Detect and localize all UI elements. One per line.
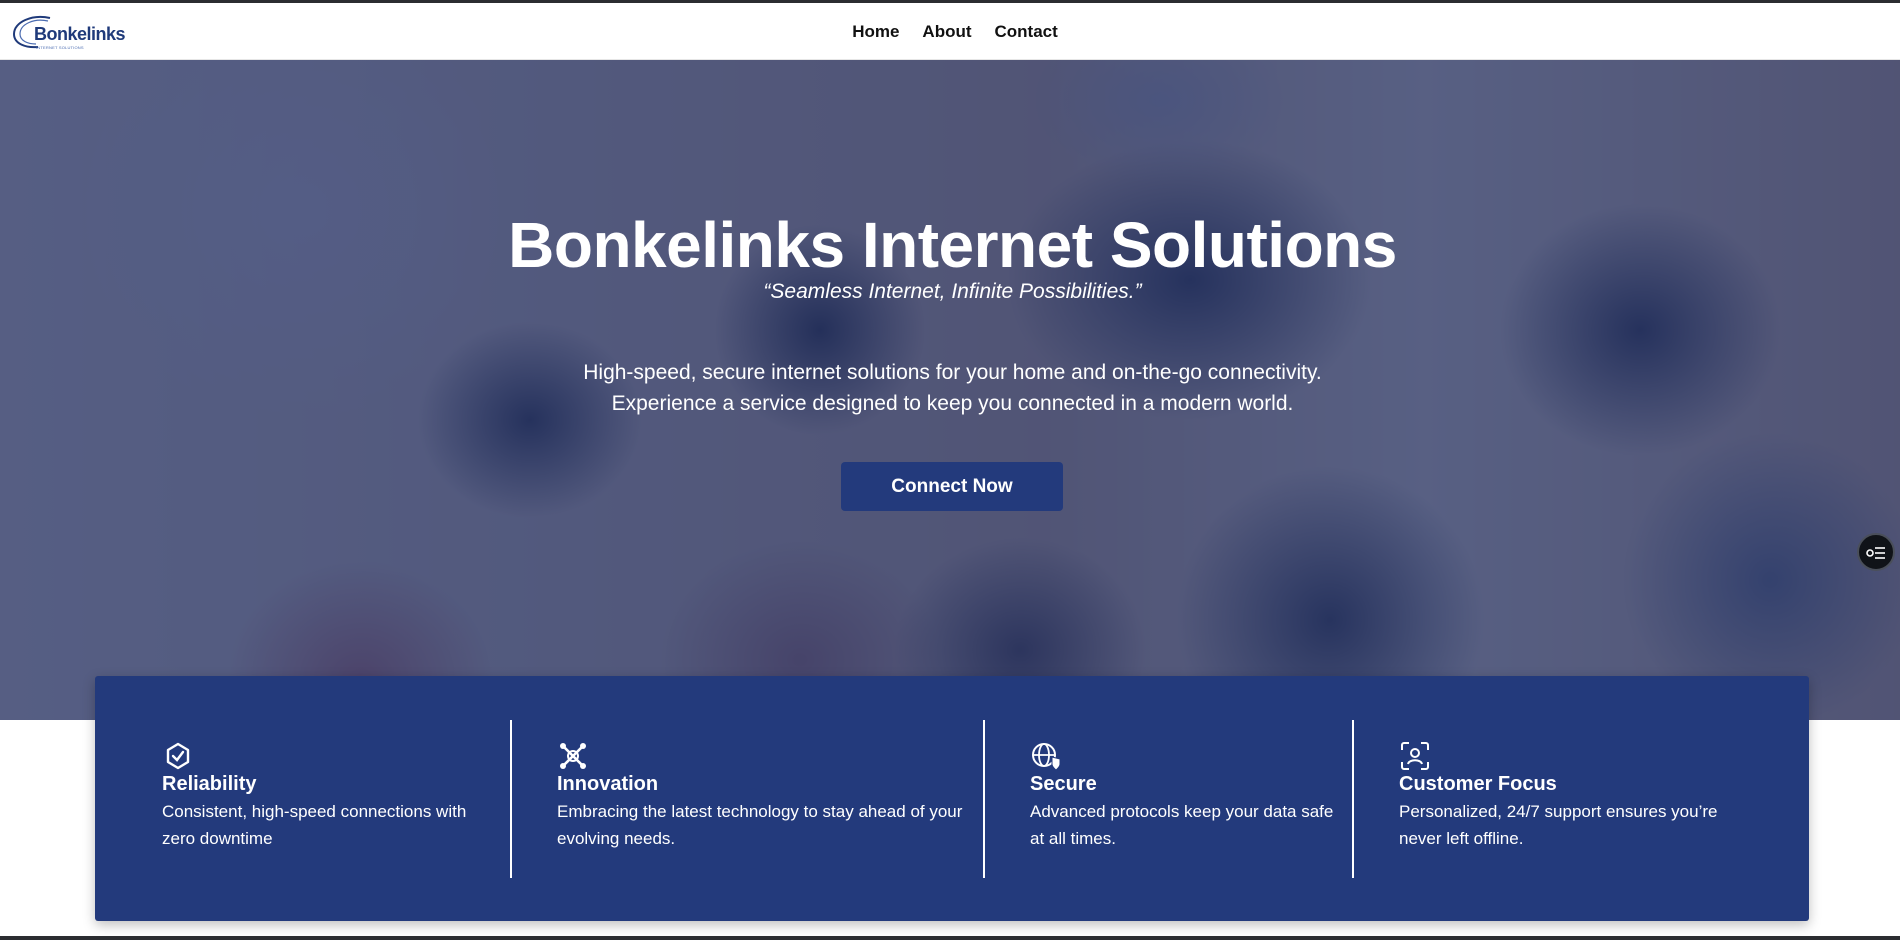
feature-reliability: Reliability Consistent, high-speed conne…: [162, 740, 492, 852]
hero-title: Bonkelinks Internet Solutions: [508, 209, 1397, 281]
nav-home-link[interactable]: Home: [852, 22, 899, 42]
globe-shield-icon: [1032, 743, 1061, 771]
feature-divider: [1352, 720, 1354, 878]
feature-title: Customer Focus: [1399, 773, 1557, 795]
feature-description: Embracing the latest technology to stay …: [557, 798, 977, 852]
feature-description: Advanced protocols keep your data safe a…: [1030, 798, 1360, 852]
feature-description-line: never left offline.: [1399, 829, 1524, 848]
floating-settings-button[interactable]: [1857, 533, 1895, 571]
feature-description-line: Personalized, 24/7 support ensures you’r…: [1399, 802, 1718, 821]
feature-title: Secure: [1030, 773, 1097, 795]
nav-contact-link[interactable]: Contact: [995, 22, 1058, 42]
hero-section: Bonkelinks Internet Solutions “Seamless …: [0, 60, 1900, 720]
hero-description-line: Experience a service designed to keep yo…: [611, 392, 1294, 415]
check-badge-icon: [166, 742, 190, 770]
network-nodes-icon: [560, 743, 586, 769]
hero-tagline: “Seamless Internet, Infinite Possibiliti…: [763, 280, 1142, 303]
settings-list-icon: [1866, 547, 1885, 559]
features-panel: Reliability Consistent, high-speed conne…: [95, 676, 1809, 921]
nav-about-link[interactable]: About: [922, 22, 971, 42]
main-nav: Home About Contact: [0, 3, 1900, 60]
connect-now-button[interactable]: Connect Now: [841, 462, 1063, 511]
feature-description-line: Advanced protocols keep your data safe: [1030, 802, 1334, 821]
bottom-border: [0, 936, 1900, 940]
hero-description-line: High-speed, secure internet solutions fo…: [583, 361, 1322, 384]
feature-innovation: Innovation Embracing the latest technolo…: [557, 740, 977, 852]
feature-description-line: at all times.: [1030, 829, 1116, 848]
feature-title: Innovation: [557, 773, 659, 795]
feature-description-line: Embracing the latest technology to stay …: [557, 802, 963, 821]
hero-content: Bonkelinks Internet Solutions “Seamless …: [0, 60, 1900, 720]
face-scan-icon: [1401, 742, 1429, 770]
feature-description-line: Consistent, high-speed connections with: [162, 802, 467, 821]
hero-description: High-speed, secure internet solutions fo…: [0, 357, 1900, 419]
feature-divider: [510, 720, 512, 878]
feature-description: Personalized, 24/7 support ensures you’r…: [1399, 798, 1759, 852]
feature-customer-focus: Customer Focus Personalized, 24/7 suppor…: [1399, 740, 1759, 852]
feature-description: Consistent, high-speed connections with …: [162, 798, 492, 852]
feature-secure: Secure Advanced protocols keep your data…: [1030, 740, 1360, 852]
feature-divider: [983, 720, 985, 878]
site-header: Bonkelinks INTERNET SOLUTIONS Home About…: [0, 3, 1900, 60]
feature-description-line: zero downtime: [162, 829, 273, 848]
feature-description-line: evolving needs.: [557, 829, 676, 848]
feature-title: Reliability: [162, 773, 257, 795]
